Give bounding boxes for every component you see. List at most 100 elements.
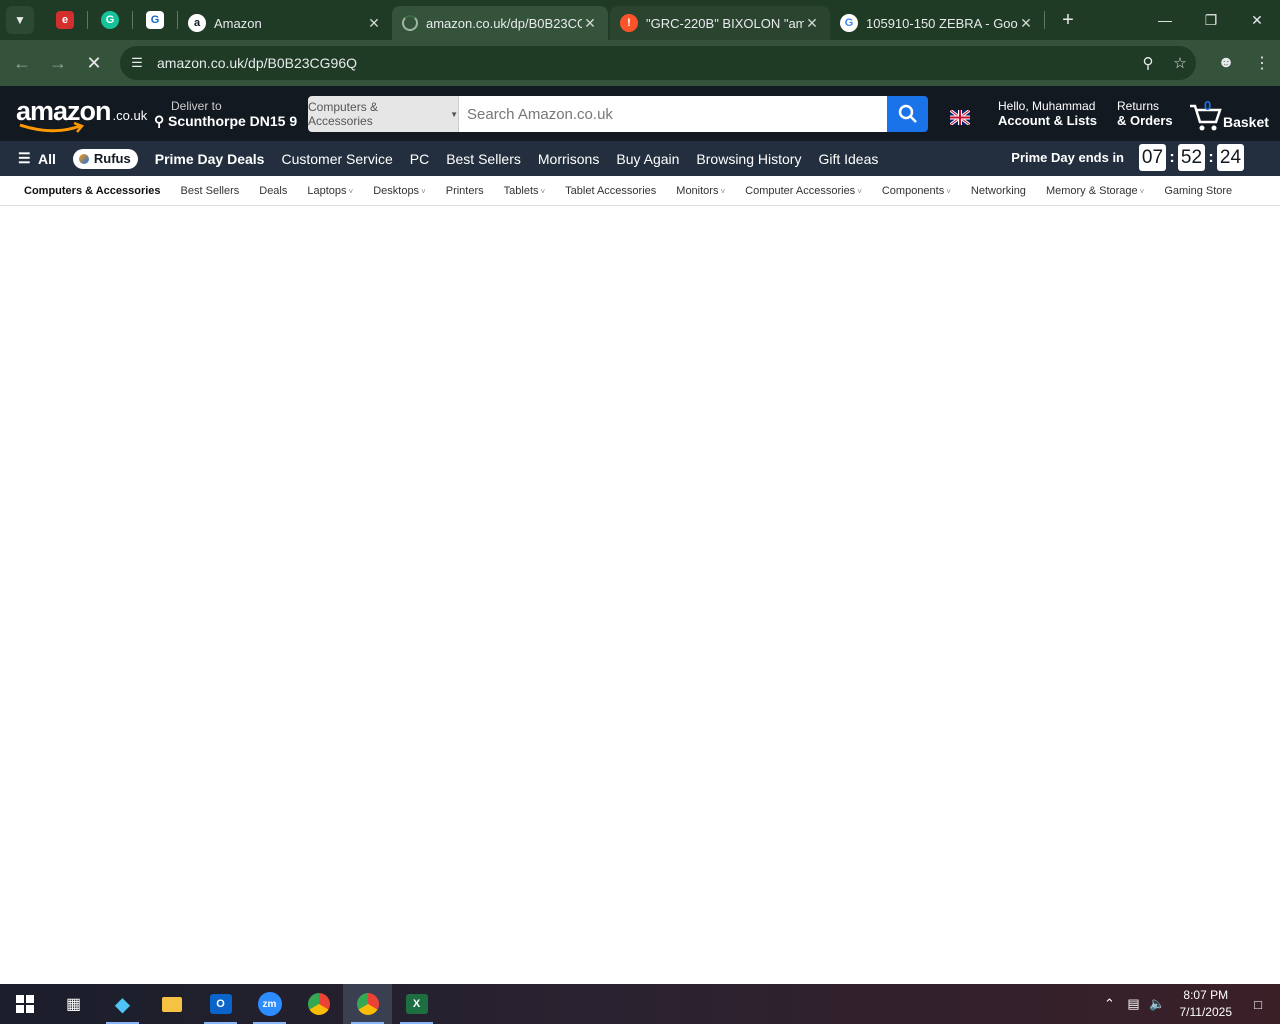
- taskbar-file-explorer[interactable]: [147, 984, 196, 1024]
- tab-amazon[interactable]: a Amazon ✕: [178, 6, 392, 40]
- google-icon: G: [840, 14, 858, 32]
- close-icon[interactable]: ✕: [366, 15, 382, 32]
- orders-label: & Orders: [1117, 113, 1173, 128]
- countdown-minutes: 52: [1178, 144, 1205, 171]
- tab-zebra-search[interactable]: G 105910-150 ZEBRA - Google ✕: [830, 6, 1044, 40]
- new-tab-plus-icon[interactable]: +: [1053, 9, 1083, 32]
- category-link[interactable]: Monitors ˅: [676, 185, 725, 197]
- category-link-label: Monitors: [676, 184, 719, 197]
- tab-search-button[interactable]: ▼: [6, 6, 34, 34]
- pinned-tab-2[interactable]: G: [88, 0, 132, 40]
- taskbar-zoom[interactable]: zm: [245, 984, 294, 1024]
- category-link[interactable]: Best Sellers: [181, 185, 240, 197]
- category-link-label: Memory & Storage: [1045, 184, 1138, 197]
- url-text[interactable]: amazon.co.uk/dp/B0B23CG96Q: [157, 55, 1132, 71]
- start-button[interactable]: [0, 984, 49, 1024]
- category-link[interactable]: Computers & Accessories: [24, 185, 161, 197]
- close-icon[interactable]: ✕: [804, 15, 820, 32]
- category-link[interactable]: Laptops ˅: [307, 185, 353, 197]
- category-link[interactable]: Tablets ˅: [504, 185, 546, 197]
- search-icon: [898, 104, 917, 123]
- back-arrow-icon[interactable]: ←: [4, 45, 40, 81]
- deliver-to[interactable]: Deliver to ⚲ Scunthorpe DN15 9: [154, 99, 297, 130]
- category-link[interactable]: Gaming Store: [1164, 185, 1232, 197]
- all-label: All: [38, 150, 56, 167]
- hamburger-icon: ☰: [18, 150, 31, 166]
- close-window-icon[interactable]: ✕: [1234, 0, 1280, 40]
- category-link[interactable]: Components ˅: [882, 185, 951, 197]
- menu-kebab-icon[interactable]: ⋮: [1244, 53, 1280, 73]
- countdown-hours: 07: [1139, 144, 1166, 171]
- browser-toolbar: ← → ✕ ☰ amazon.co.uk/dp/B0B23CG96Q ⚲ ☆ ☻…: [0, 40, 1280, 86]
- stop-loading-icon[interactable]: ✕: [76, 45, 112, 81]
- nav-morrisons[interactable]: Morrisons: [538, 151, 599, 167]
- all-menu-button[interactable]: ☰ All: [18, 150, 56, 167]
- address-bar[interactable]: ☰ amazon.co.uk/dp/B0B23CG96Q ⚲ ☆: [120, 46, 1196, 80]
- close-icon[interactable]: ✕: [582, 15, 598, 32]
- minimize-icon[interactable]: —: [1142, 0, 1188, 40]
- taskbar-excel[interactable]: X: [392, 984, 441, 1024]
- rufus-button[interactable]: Rufus: [72, 148, 138, 169]
- category-link-label: Tablets: [503, 184, 539, 197]
- zoom-icon[interactable]: ⚲: [1132, 54, 1164, 72]
- taskbar-app-diamond[interactable]: ◆: [98, 984, 147, 1024]
- notification-icon[interactable]: □: [1246, 997, 1270, 1012]
- bookmark-star-icon[interactable]: ☆: [1164, 54, 1196, 72]
- zoom-app-icon: zm: [257, 992, 282, 1016]
- nav-gift-ideas[interactable]: Gift Ideas: [818, 151, 878, 167]
- category-link-label: Gaming Store: [1164, 184, 1233, 197]
- countdown-colon: :: [1169, 148, 1175, 166]
- nav-prime-day-deals[interactable]: Prime Day Deals: [155, 151, 265, 167]
- search-bar: Computers & Accessories ▼ Search Amazon.c…: [308, 96, 928, 132]
- restore-icon[interactable]: ❐: [1188, 0, 1234, 40]
- category-link[interactable]: Computer Accessories ˅: [745, 185, 862, 197]
- clock-time: 8:07 PM: [1183, 988, 1229, 1002]
- extension-logo-icon: e: [56, 11, 74, 29]
- forward-arrow-icon[interactable]: →: [40, 45, 76, 81]
- account-lists[interactable]: Hello, Muhammad Account & Lists: [998, 99, 1097, 128]
- volume-muted-icon[interactable]: 🔈: [1146, 996, 1170, 1012]
- category-link-label: Laptops: [307, 184, 347, 197]
- basket[interactable]: 0 Basket: [1188, 98, 1269, 132]
- chevron-up-icon[interactable]: ⌃: [1098, 996, 1122, 1012]
- caret-down-icon: ˅: [720, 186, 726, 196]
- taskbar-outlook[interactable]: O: [196, 984, 245, 1024]
- clock[interactable]: 8:07 PM 7/11/2025: [1180, 987, 1233, 1021]
- close-icon[interactable]: ✕: [1018, 15, 1034, 32]
- pinned-tab-1[interactable]: e: [43, 0, 87, 40]
- category-link[interactable]: Tablet Accessories: [565, 185, 656, 197]
- windows-logo-icon: [15, 995, 34, 1013]
- category-nav-bar: Computers & Accessories Best Sellers Deals…: [0, 176, 1280, 206]
- prime-day-countdown[interactable]: Prime Day ends in 07 : 52 : 24: [1011, 144, 1244, 171]
- category-link[interactable]: Networking: [971, 185, 1026, 197]
- uk-flag-icon[interactable]: [950, 110, 970, 125]
- nav-buy-again[interactable]: Buy Again: [616, 151, 679, 167]
- network-icon[interactable]: ▤: [1122, 996, 1146, 1012]
- deliver-label: Deliver to: [171, 99, 222, 113]
- search-category-dropdown[interactable]: Computers & Accessories ▼: [308, 96, 459, 132]
- task-view-button[interactable]: ▦: [49, 984, 98, 1024]
- search-input[interactable]: Search Amazon.co.uk: [459, 96, 887, 132]
- nav-best-sellers[interactable]: Best Sellers: [446, 151, 521, 167]
- returns-orders[interactable]: Returns & Orders: [1117, 99, 1173, 128]
- location-pin-icon: ⚲: [154, 113, 165, 129]
- diamond-app-icon: ◆: [114, 993, 131, 1016]
- pinned-tab-3[interactable]: G: [133, 0, 177, 40]
- taskbar-chrome-profile[interactable]: [343, 984, 392, 1024]
- site-settings-icon[interactable]: ☰: [120, 55, 154, 71]
- search-button[interactable]: [887, 96, 928, 132]
- category-link[interactable]: Memory & Storage ˅: [1046, 185, 1144, 197]
- caret-down-icon: ˅: [540, 186, 546, 196]
- tab-bixolon-search[interactable]: ! "GRC-220B" BIXOLON "amaz ✕: [610, 6, 830, 40]
- nav-browsing-history[interactable]: Browsing History: [696, 151, 801, 167]
- nav-pc[interactable]: PC: [410, 151, 429, 167]
- nav-customer-service[interactable]: Customer Service: [281, 151, 392, 167]
- brave-icon: !: [620, 14, 638, 32]
- category-link[interactable]: Printers: [446, 185, 484, 197]
- category-link[interactable]: Desktops ˅: [373, 185, 426, 197]
- category-link[interactable]: Deals: [259, 185, 287, 197]
- taskbar-chrome[interactable]: [294, 984, 343, 1024]
- tab-product-page[interactable]: amazon.co.uk/dp/B0B23CG96Q ✕: [392, 6, 608, 40]
- profile-icon[interactable]: ☻: [1208, 54, 1244, 72]
- amazon-logo[interactable]: amazon .co.uk: [16, 96, 147, 133]
